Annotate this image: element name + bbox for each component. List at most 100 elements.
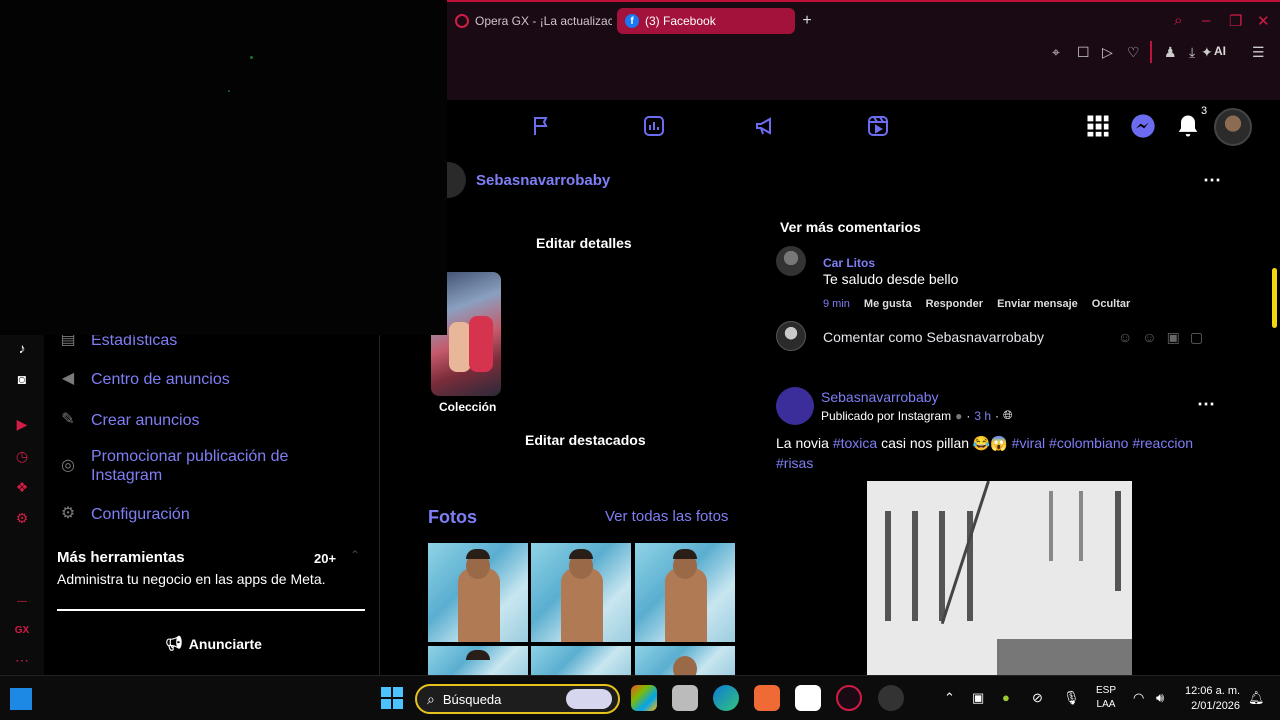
photo-thumbnail[interactable] <box>531 543 631 642</box>
post-video[interactable] <box>867 481 1132 675</box>
emoji-icon[interactable]: ☺ <box>1142 329 1156 346</box>
reels-icon[interactable] <box>866 114 890 138</box>
widgets-icon[interactable] <box>10 688 32 710</box>
tray-app-icon[interactable]: ▣ <box>972 690 984 706</box>
wifi-icon[interactable]: ◠ <box>1133 690 1144 706</box>
see-all-photos-link[interactable]: Ver todas las fotos <box>605 508 728 525</box>
account-icon[interactable]: ♟ <box>1164 44 1177 61</box>
copilot-icon[interactable] <box>631 685 657 711</box>
bell-icon[interactable] <box>1174 112 1202 140</box>
photo-thumbnail[interactable] <box>531 646 631 675</box>
edge-icon[interactable] <box>713 685 739 711</box>
flag-icon[interactable] <box>530 114 554 138</box>
edit-highlights-button[interactable]: Editar destacados <box>525 432 646 448</box>
heart-icon[interactable]: ♡ <box>1127 44 1140 61</box>
post-time[interactable]: 3 h <box>974 409 991 423</box>
snapshot-icon[interactable]: ☐ <box>1077 44 1090 61</box>
app-icon[interactable] <box>878 685 904 711</box>
apps-grid-icon[interactable] <box>1084 112 1112 140</box>
menu-item-label: Centro de anuncios <box>91 370 230 388</box>
settings-icon[interactable]: ⚙ <box>13 509 31 527</box>
system-clock[interactable]: 12:06 a. m. 2/01/2026 <box>1185 684 1240 714</box>
avatar-sticker-icon[interactable]: ☺ <box>1118 329 1132 346</box>
menu-item-ads-center[interactable]: ◀ Centro de anuncios <box>57 368 230 390</box>
ai-button[interactable]: AI <box>1214 44 1226 58</box>
clock-date: 2/01/2026 <box>1191 700 1241 712</box>
tray-app-icon[interactable]: ⊘ <box>1032 690 1043 706</box>
menu-icon[interactable]: ☰ <box>1252 44 1265 61</box>
hide-button[interactable]: Ocultar <box>1092 298 1131 310</box>
ai-wand-icon[interactable]: ✦ <box>1201 44 1213 61</box>
post-author-name[interactable]: Sebasnavarrobaby <box>821 389 939 405</box>
hashtag-link[interactable]: #risas <box>776 455 813 471</box>
page-scrollbar[interactable] <box>1270 100 1280 675</box>
menu-item-create-ads[interactable]: ✎ Crear anuncios <box>57 409 199 431</box>
limiter-icon[interactable]: ― <box>13 593 31 611</box>
tiktok-icon[interactable]: ♪ <box>13 339 31 357</box>
minimize-icon[interactable]: – <box>1202 12 1210 29</box>
taskbar-search[interactable]: ⌕ Búsqueda <box>415 684 620 714</box>
capcut-icon[interactable] <box>795 685 821 711</box>
photo-thumbnail[interactable] <box>635 646 735 675</box>
close-icon[interactable]: ✕ <box>1257 12 1270 30</box>
more-icon[interactable]: ⋯ <box>13 651 31 669</box>
file-explorer-icon[interactable] <box>672 685 698 711</box>
history-icon[interactable]: ◷ <box>13 447 31 465</box>
tab-opera-gx[interactable]: Opera GX - ¡La actualizació <box>447 8 612 34</box>
maximize-icon[interactable]: ❐ <box>1229 12 1242 30</box>
volume-icon[interactable]: 🔊︎ <box>1156 690 1164 706</box>
edit-details-button[interactable]: Editar detalles <box>536 235 632 251</box>
more-tools-title[interactable]: Más herramientas <box>57 549 185 566</box>
camera-icon[interactable]: ▣ <box>1167 329 1180 346</box>
microphone-icon[interactable]: 🎙︎ <box>1063 690 1080 706</box>
more-options-icon[interactable]: ⋯ <box>1203 170 1221 191</box>
language-indicator[interactable]: ESP LAA <box>1096 684 1116 712</box>
menu-item-promote-instagram[interactable]: ◎ Promocionar publicación de Instagram <box>57 447 357 485</box>
new-tab-button[interactable]: + <box>798 12 816 30</box>
search-icon[interactable]: ⌕ <box>1174 12 1182 29</box>
chevron-up-icon[interactable]: ⌃ <box>350 548 360 562</box>
pin-icon[interactable]: ⌖ <box>1052 44 1060 61</box>
insights-icon[interactable] <box>642 114 666 138</box>
menu-item-settings[interactable]: ⚙ Configuración <box>57 503 190 525</box>
profile-avatar[interactable] <box>1214 108 1252 146</box>
scrollbar-thumb[interactable] <box>1272 268 1277 328</box>
discord-icon[interactable]: ◙ <box>13 370 31 388</box>
photo-thumbnail[interactable] <box>428 543 528 642</box>
messenger-icon[interactable] <box>1129 112 1157 140</box>
photos-title[interactable]: Fotos <box>428 507 477 528</box>
comment-time[interactable]: 9 min <box>823 298 850 310</box>
play-icon[interactable]: ▷ <box>1102 44 1113 61</box>
photo-thumbnail[interactable] <box>635 543 735 642</box>
app-icon[interactable] <box>754 685 780 711</box>
see-more-comments-link[interactable]: Ver más comentarios <box>780 219 921 235</box>
advertise-button[interactable]: 📢︎ Anunciarte <box>165 635 262 652</box>
hashtag-link[interactable]: #colombiano <box>1049 435 1128 451</box>
start-icon[interactable] <box>381 687 403 709</box>
commenter-name[interactable]: Car Litos <box>823 256 875 270</box>
hashtag-link[interactable]: #viral <box>1012 435 1045 451</box>
sticker-icon[interactable]: ▢ <box>1190 329 1203 346</box>
megaphone-icon[interactable] <box>754 114 778 138</box>
commenter-avatar[interactable] <box>776 246 806 276</box>
gx-icon[interactable]: GX <box>13 622 31 640</box>
opera-gx-taskbar-icon[interactable] <box>836 685 862 711</box>
hashtag-link[interactable]: #reaccion <box>1132 435 1193 451</box>
like-button[interactable]: Me gusta <box>864 298 912 310</box>
reply-button[interactable]: Responder <box>926 298 983 310</box>
download-icon[interactable]: ⤓ <box>1189 44 1195 61</box>
extensions-icon[interactable]: ❖ <box>13 478 31 496</box>
hashtag-link[interactable]: #toxica <box>833 435 877 451</box>
comment-actions: 9 min Me gusta Responder Enviar mensaje … <box>823 298 1130 310</box>
post-author-avatar[interactable] <box>776 387 814 425</box>
post-options-icon[interactable]: ⋯ <box>1197 394 1215 415</box>
send-message-button[interactable]: Enviar mensaje <box>997 298 1078 310</box>
comment-input[interactable]: Comentar como Sebasnavarrobaby <box>823 329 1044 345</box>
tray-app-icon[interactable]: ● <box>1002 690 1010 705</box>
photo-thumbnail[interactable] <box>428 646 528 675</box>
player-icon[interactable]: ▶ <box>13 415 31 433</box>
chevron-up-icon[interactable]: ⌃ <box>944 690 955 706</box>
notification-bell-icon[interactable]: 🔔︎ <box>1248 690 1265 706</box>
tab-facebook[interactable]: f (3) Facebook <box>617 8 795 34</box>
profile-name[interactable]: Sebasnavarrobaby <box>476 172 610 189</box>
